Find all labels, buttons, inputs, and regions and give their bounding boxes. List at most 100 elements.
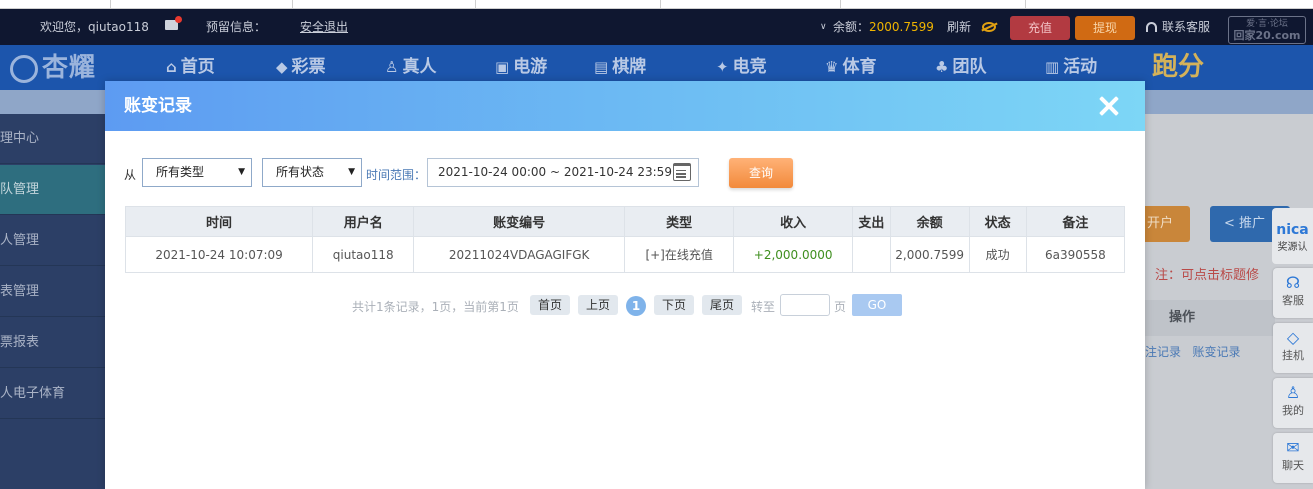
col-status[interactable]: 状态 [968, 206, 1027, 237]
nav-item-paofen[interactable]: 跑分 [1152, 45, 1204, 90]
support-link[interactable]: 联系客服 [1162, 9, 1210, 45]
sidebar-item-center[interactable]: 理中心 [0, 114, 105, 164]
rail-mine[interactable]: ♙ 我的 [1273, 378, 1313, 428]
transaction-table: 时间 用户名 账变编号 类型 收入 支出 余额 状态 备注 2021-10-24… [124, 206, 1126, 273]
sidebar-item-report-manage[interactable]: 表管理 [0, 267, 105, 317]
cell-txn-id: 20211024VDAGAGIFGK [413, 236, 625, 273]
filter-from-label: 从 [124, 168, 137, 182]
welcome-text: 欢迎您，qiutao118 [40, 20, 149, 34]
rail-support[interactable]: ☊ 客服 [1273, 268, 1313, 318]
nav-label: 真人 [402, 57, 437, 77]
col-balance[interactable]: 余额 [889, 206, 970, 237]
logo-emblem-icon [10, 54, 38, 83]
col-txn-id[interactable]: 账变编号 [413, 206, 625, 237]
headset-icon: ☊ [1285, 273, 1301, 292]
promo-label: 推广 [1239, 216, 1266, 231]
mail-icon[interactable] [165, 16, 182, 30]
withdraw-button[interactable]: 提现 [1075, 16, 1135, 40]
col-type[interactable]: 类型 [623, 206, 735, 237]
rail-brand-label: 奖源认 [1277, 242, 1308, 253]
calendar-icon[interactable] [673, 163, 691, 181]
first-page-button[interactable]: 首页 [530, 295, 570, 315]
col-expense[interactable]: 支出 [851, 206, 891, 237]
prev-page-button[interactable]: 上页 [578, 295, 618, 315]
cell-type: [+]在线充值 [623, 236, 735, 273]
table-header-row: 时间 用户名 账变编号 类型 收入 支出 余额 状态 备注 [124, 206, 1126, 237]
caret-down-icon: ▼ [238, 167, 245, 177]
col-remark[interactable]: 备注 [1025, 206, 1126, 237]
refresh-link[interactable]: 刷新 [947, 9, 971, 45]
recharge-button[interactable]: 充值 [1010, 16, 1070, 40]
goto-page-input[interactable] [780, 294, 830, 316]
share-icon: < [1224, 216, 1240, 231]
bet-record-link[interactable]: 注记录 [1145, 345, 1181, 359]
nav-label: 团队 [952, 57, 987, 77]
type-select[interactable]: 所有类型 ▼ [142, 158, 252, 187]
rail-chat[interactable]: ✉ 聊天 [1273, 433, 1313, 483]
notice-label: 预留信息： [206, 20, 267, 34]
home-icon: ⌂ [166, 58, 177, 76]
table-row: 2021-10-24 10:07:09 qiutao118 20211024VD… [124, 236, 1126, 273]
query-button[interactable]: 查询 [729, 158, 793, 188]
rail-label: 聊天 [1282, 459, 1304, 472]
nav-label: 电竞 [732, 57, 767, 77]
brand-logo[interactable]: 杏耀 [10, 51, 96, 85]
cell-income: +2,000.0000 [733, 236, 853, 273]
date-range-input[interactable]: 2021-10-24 00:00 ~ 2021-10-24 23:59 [427, 158, 699, 187]
transaction-record-modal: 账变记录 从 所有类型 ▼ 所有状态 ▼ 时间范围： 2021-10-24 00… [105, 81, 1145, 489]
status-select[interactable]: 所有状态 ▼ [262, 158, 362, 187]
nav-label: 活动 [1063, 57, 1098, 77]
watermark-line-2: 回家20.com [1233, 29, 1301, 42]
page-label: 页 [834, 300, 847, 314]
forum-watermark: 爱·言·论坛 回家20.com [1228, 16, 1306, 44]
sidebar-item-esports[interactable]: 人电子体育 [0, 369, 105, 419]
esports-icon: ✦ [716, 58, 729, 76]
nav-label: 体育 [842, 57, 877, 77]
sidebar-item-personal-manage[interactable]: 人管理 [0, 216, 105, 266]
sidebar-item-lottery-report[interactable]: 票报表 [0, 318, 105, 368]
rail-auto[interactable]: ◇ 挂机 [1273, 323, 1313, 373]
cell-expense [851, 236, 891, 273]
hide-balance-icon[interactable] [982, 22, 996, 32]
cell-status: 成功 [968, 236, 1027, 273]
last-page-button[interactable]: 尾页 [702, 295, 742, 315]
cell-remark: 6a390558 [1025, 236, 1126, 273]
goto-label: 转至 [751, 300, 776, 314]
modal-title: 账变记录 [124, 96, 192, 116]
cell-time: 2021-10-24 10:07:09 [124, 236, 314, 273]
nav-label: 首页 [180, 57, 215, 77]
balance-value: 2000.7599 [869, 20, 934, 34]
rail-label: 我的 [1282, 404, 1304, 417]
modal-header: 账变记录 [105, 81, 1145, 131]
top-bar: 欢迎您，qiutao118 预留信息： 安全退出 ∨ 余额： 2000.7599… [0, 9, 1313, 45]
user-icon: ♙ [1285, 383, 1301, 402]
chevron-down-icon[interactable]: ∨ [820, 9, 827, 45]
next-page-button[interactable]: 下页 [654, 295, 694, 315]
go-button[interactable]: GO [852, 294, 902, 316]
diamond-icon: ◇ [1286, 328, 1300, 347]
sidebar-item-team-manage[interactable]: 队管理 [0, 165, 105, 215]
browser-tab-strip [0, 0, 1313, 9]
slot-icon: ▣ [495, 58, 510, 76]
balance-label: 余额： [833, 20, 870, 34]
background-tip: 注：可点击标题修 [1155, 268, 1260, 283]
cell-username: qiutao118 [312, 236, 415, 273]
nav-label: 棋牌 [612, 57, 647, 77]
transaction-record-link[interactable]: 账变记录 [1192, 345, 1240, 359]
open-account-button[interactable]: 开户 [1145, 206, 1190, 242]
activity-icon: ▥ [1045, 58, 1060, 76]
col-username[interactable]: 用户名 [312, 206, 415, 237]
lottery-icon: ◆ [276, 58, 288, 76]
current-page-indicator[interactable]: 1 [626, 296, 646, 316]
logout-link[interactable]: 安全退出 [300, 9, 348, 45]
col-time[interactable]: 时间 [124, 206, 314, 237]
rail-promo-badge[interactable]: nica 奖源认 [1272, 208, 1313, 264]
chat-icon: ✉ [1286, 438, 1300, 457]
sports-icon: ♛ [825, 58, 839, 76]
col-income[interactable]: 收入 [733, 206, 853, 237]
close-icon[interactable] [1096, 93, 1122, 119]
nav-label: 彩票 [291, 57, 326, 77]
status-select-value: 所有状态 [276, 165, 325, 179]
chess-icon: ▤ [594, 58, 609, 76]
caret-down-icon: ▼ [348, 167, 355, 177]
